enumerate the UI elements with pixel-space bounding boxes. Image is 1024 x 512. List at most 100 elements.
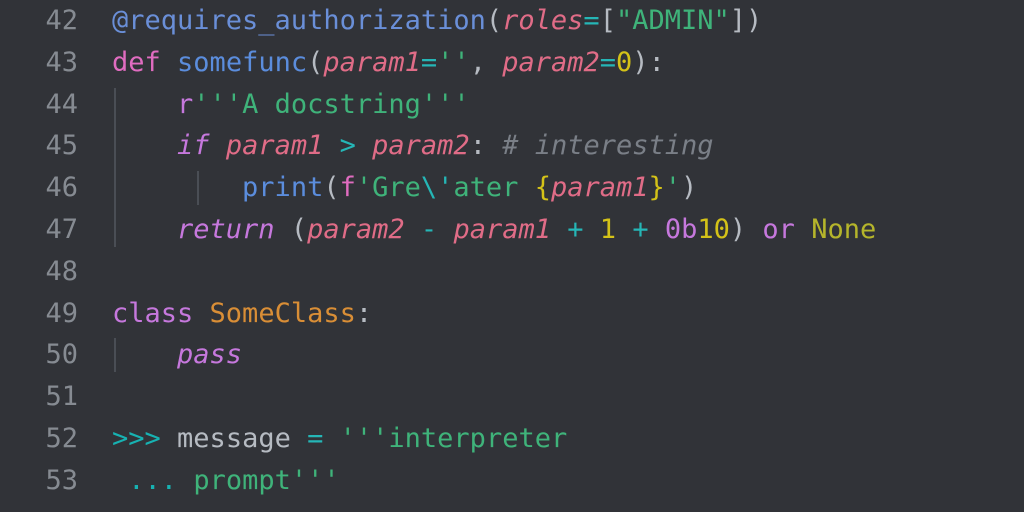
line-number: 42: [45, 5, 78, 36]
line-number: 48: [45, 255, 78, 287]
token-number: 10: [697, 214, 730, 245]
line-content[interactable]: return (param2 - param1 + 1 + 0b10) or N…: [112, 209, 876, 251]
line-content[interactable]: @requires_authorization(roles=["ADMIN"]): [112, 0, 762, 42]
token-operator: =: [307, 423, 324, 454]
token-operator: =: [583, 5, 600, 36]
token-keyword-i: return: [177, 214, 275, 245]
token-default: [551, 214, 567, 245]
token-string: prompt''': [193, 464, 340, 496]
token-def: def: [112, 46, 161, 78]
token-default: [112, 214, 177, 245]
token-fbrace: }: [648, 172, 665, 204]
token-default: [112, 339, 177, 370]
code-line[interactable]: 44 r'''A docstring''': [0, 84, 1024, 126]
token-keyword-i: pass: [177, 339, 243, 371]
code-line[interactable]: 45 if param1 > param2: # interesting: [0, 125, 1024, 167]
token-default: [405, 214, 421, 245]
token-param: param2: [372, 130, 470, 162]
token-string: '''A docstring''': [193, 88, 470, 120]
token-builtin: None: [811, 214, 877, 245]
token-punct: :: [355, 297, 373, 329]
line-number: 49: [45, 297, 78, 329]
token-operator: +: [632, 214, 649, 245]
token-punct: (: [307, 46, 324, 78]
token-param: param1: [550, 172, 649, 204]
line-number: 47: [45, 214, 78, 245]
code-line[interactable]: 49 class SomeClass:: [0, 293, 1024, 335]
token-default: [161, 423, 177, 454]
token-default: [112, 465, 128, 496]
line-number: 46: [45, 172, 78, 204]
token-number: 0: [616, 46, 633, 78]
code-editor[interactable]: 42 @requires_authorization(roles=["ADMIN"…: [0, 0, 1024, 512]
token-string: ater: [453, 172, 535, 204]
token-prompt: ...: [128, 464, 178, 496]
code-line[interactable]: 47 return (param2 - param1 + 1 + 0b10) o…: [0, 209, 1024, 251]
token-func: somefunc: [177, 46, 308, 78]
token-operator: =: [599, 46, 617, 78]
line-content[interactable]: print(f'Gre\'ater {param1}'): [112, 167, 697, 209]
token-keyword: or: [762, 214, 795, 245]
token-string: "ADMIN": [615, 5, 730, 36]
code-line[interactable]: 42 @requires_authorization(roles=["ADMIN"…: [0, 0, 1024, 42]
token-strprefix: r: [177, 88, 194, 120]
line-content[interactable]: pass: [112, 334, 242, 376]
token-punct: (: [485, 5, 503, 36]
token-default: [112, 172, 242, 203]
code-line[interactable]: 53 ... prompt''': [0, 460, 1024, 502]
token-fbrace: {: [534, 172, 551, 204]
line-content[interactable]: class SomeClass:: [112, 293, 372, 335]
token-decorator: @requires_authorization: [112, 5, 486, 36]
token-default: [291, 423, 307, 454]
token-punct: :: [469, 130, 486, 162]
line-number: 43: [45, 46, 78, 78]
line-content[interactable]: if param1 > param2: # interesting: [112, 125, 714, 167]
token-string: '''interpreter: [339, 423, 568, 454]
token-keyword: class: [112, 297, 194, 329]
code-line[interactable]: 52 >>> message = '''interpreter: [0, 418, 1024, 460]
line-content[interactable]: >>> message = '''interpreter: [112, 418, 567, 460]
token-numprefix: 0b: [664, 214, 698, 245]
token-punct: (: [323, 172, 340, 204]
token-operator: =: [420, 46, 438, 78]
line-number: 44: [45, 88, 78, 120]
code-line[interactable]: 46 print(f'Gre\'ater {param1}'): [0, 167, 1024, 209]
token-default: [323, 130, 339, 161]
token-name: message: [177, 423, 291, 454]
line-number: 45: [45, 130, 78, 162]
token-default: [616, 214, 632, 245]
line-content[interactable]: ... prompt''': [112, 460, 340, 502]
token-punct: ): [681, 172, 698, 204]
token-operator: +: [567, 214, 584, 245]
token-param: param2: [502, 46, 600, 78]
token-punct: ,: [469, 46, 486, 78]
code-line[interactable]: 50 pass: [0, 334, 1024, 376]
code-line[interactable]: 48: [0, 251, 1024, 293]
token-operator: -: [420, 214, 438, 245]
token-punct: ): [632, 46, 649, 78]
token-param: param2: [307, 214, 405, 245]
code-line[interactable]: 43 def somefunc(param1='', param2=0):: [0, 42, 1024, 84]
token-punct: ): [729, 214, 747, 245]
token-default: [112, 89, 177, 120]
token-default: [177, 465, 193, 496]
token-default: [486, 130, 502, 161]
line-content[interactable]: r'''A docstring''': [112, 84, 470, 126]
token-param: param1: [323, 46, 421, 78]
token-prompt: >>>: [112, 423, 161, 454]
token-param: param1: [225, 130, 324, 162]
token-punct: [: [599, 5, 616, 36]
code-line[interactable]: 51: [0, 376, 1024, 418]
token-default: [210, 130, 226, 161]
line-number: 52: [45, 423, 78, 454]
token-punct: ]: [729, 5, 747, 36]
token-string: ': [664, 172, 682, 204]
line-number: 51: [45, 381, 78, 413]
token-default: [161, 47, 177, 78]
line-content[interactable]: def somefunc(param1='', param2=0):: [112, 42, 665, 84]
token-operator: >: [339, 130, 356, 162]
token-default: [746, 214, 762, 245]
token-default: [795, 214, 811, 245]
line-number: 50: [45, 339, 78, 371]
token-default: [584, 214, 600, 245]
